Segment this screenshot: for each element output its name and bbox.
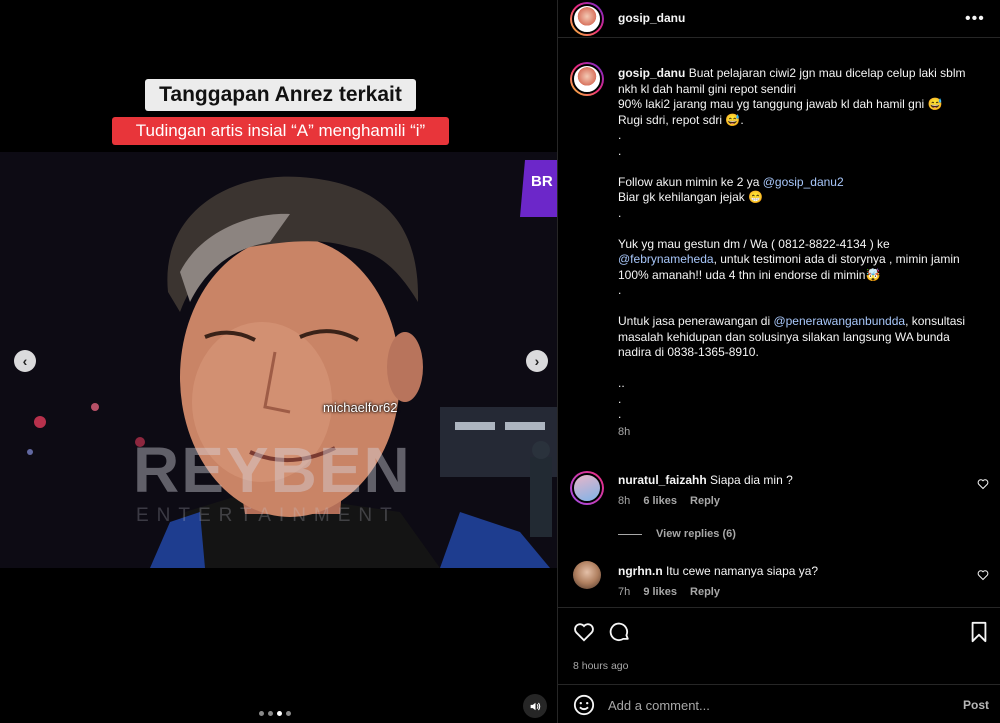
mention-link[interactable]: @penerawanganbundda: [773, 314, 905, 328]
emoji-icon[interactable]: [573, 694, 595, 716]
caption-avatar[interactable]: [570, 62, 604, 96]
commenter-avatar[interactable]: [570, 471, 604, 505]
comment-reply-button[interactable]: Reply: [690, 586, 720, 598]
post-header: gosip_danu •••: [558, 0, 1000, 38]
comment-item: ngrhn.n Itu cewe namanya siapa ya? 7h 9 …: [558, 561, 1000, 604]
caption-line: [618, 221, 983, 237]
video-handle-overlay: michaelfor62: [323, 400, 398, 415]
mention-link[interactable]: @febrynameheda: [618, 252, 714, 266]
carousel-dot: [268, 711, 273, 716]
watermark-subtext: ENTERTAINMENT: [136, 505, 400, 526]
caption-line: @febrynameheda, untuk testimoni ada di s…: [618, 252, 960, 266]
comment-text: ngrhn.n Itu cewe namanya siapa ya?: [618, 564, 819, 578]
comment-text: nuratul_faizahh Siapa dia min ?: [618, 473, 793, 487]
caption-line: .: [618, 128, 622, 142]
caption-line: .: [618, 407, 622, 421]
caption-line: .: [618, 143, 622, 158]
comment-likes-link[interactable]: 6 likes: [643, 495, 677, 507]
comment-item: nuratul_faizahh Siapa dia min ? 8h 6 lik…: [558, 471, 1000, 513]
post-sidebar: gosip_danu ••• gosip_danu Buat pelajaran…: [557, 0, 1000, 723]
commenter-avatar[interactable]: [573, 561, 601, 589]
caption-line: Follow akun mimin ke 2 ya @gosip_danu2: [618, 174, 844, 189]
post-media: Tanggapan Anrez terkait Tudingan artis i…: [0, 0, 557, 723]
commenter-username[interactable]: ngrhn.n: [618, 564, 663, 578]
view-replies-button[interactable]: View replies (6): [618, 528, 736, 540]
caption-line: .: [618, 205, 622, 220]
comment-composer: Post: [558, 684, 1000, 723]
caption-timestamp: 8h: [618, 425, 631, 438]
comment-input[interactable]: [608, 696, 928, 714]
caption-line: masalah kehidupan dan solusinya silakan …: [618, 329, 954, 360]
post-timestamp: 8 hours ago: [573, 660, 629, 672]
like-heart-icon[interactable]: [573, 621, 595, 643]
caption-line: [618, 299, 983, 315]
comment-meta: 7h 9 likes Reply: [618, 586, 730, 598]
caption-line: gosip_danu Buat pelajaran ciwi2 jgn mau …: [618, 66, 969, 96]
caption-line: [618, 159, 983, 175]
caption-line: Rugi sdri, repot sdri 😅.: [618, 112, 744, 127]
caption-line: Untuk jasa penerawangan di @penerawangan…: [618, 314, 966, 328]
heart-icon[interactable]: [977, 569, 989, 581]
comment-meta: 8h 6 likes Reply: [618, 495, 730, 507]
comment-likes-link[interactable]: 9 likes: [643, 586, 677, 598]
caption-line: Yuk yg mau gestun dm / Wa ( 0812-8822-41…: [618, 236, 894, 251]
post-caption: gosip_danu Buat pelajaran ciwi2 jgn mau …: [618, 66, 983, 440]
carousel-dot: [286, 711, 291, 716]
post-comment-button[interactable]: Post: [963, 698, 989, 712]
watermark-logo: REYBEN: [133, 434, 412, 506]
bookmark-icon[interactable]: [969, 621, 989, 643]
caption-line: ..: [618, 376, 625, 390]
next-slide-button[interactable]: ›: [526, 350, 548, 372]
caption-line: .: [618, 283, 622, 297]
chevron-right-icon: ›: [534, 353, 540, 369]
commenter-username[interactable]: nuratul_faizahh: [618, 473, 707, 487]
caption-line: 100% amanah!! uda 4 thn ini endorse di m…: [618, 267, 881, 282]
heart-icon[interactable]: [977, 478, 989, 490]
mention-link[interactable]: @gosip_danu2: [763, 175, 844, 189]
caption-line: .: [618, 391, 622, 406]
caption-line: 90% laki2 jarang mau yg tanggung jawab k…: [618, 97, 943, 111]
author-username[interactable]: gosip_danu: [618, 11, 685, 25]
mute-toggle-button[interactable]: [523, 694, 547, 718]
comment-reply-button[interactable]: Reply: [690, 495, 720, 507]
comment-icon[interactable]: [609, 621, 631, 643]
comment-time: 7h: [618, 586, 631, 598]
more-options-icon[interactable]: •••: [965, 10, 985, 28]
caption-username[interactable]: gosip_danu: [618, 66, 685, 80]
caption-line: Biar gk kehilangan jejak 😁: [618, 190, 764, 204]
speaker-icon: [530, 702, 540, 710]
post-actions: 8 hours ago: [558, 607, 1000, 683]
carousel-dot: [277, 711, 282, 716]
author-avatar[interactable]: [570, 2, 604, 36]
video-caption-title: Tanggapan Anrez terkait: [145, 79, 416, 111]
chevron-left-icon: ‹: [22, 353, 28, 369]
svg-text:BR: BR: [531, 173, 553, 190]
comment-time: 8h: [618, 495, 631, 507]
caption-line: [618, 361, 983, 377]
carousel-indicator: [259, 711, 291, 716]
previous-slide-button[interactable]: ‹: [14, 350, 36, 372]
carousel-dot: [259, 711, 264, 716]
video-caption-subtitle: Tudingan artis insial “A” menghamili “i”: [112, 117, 449, 145]
